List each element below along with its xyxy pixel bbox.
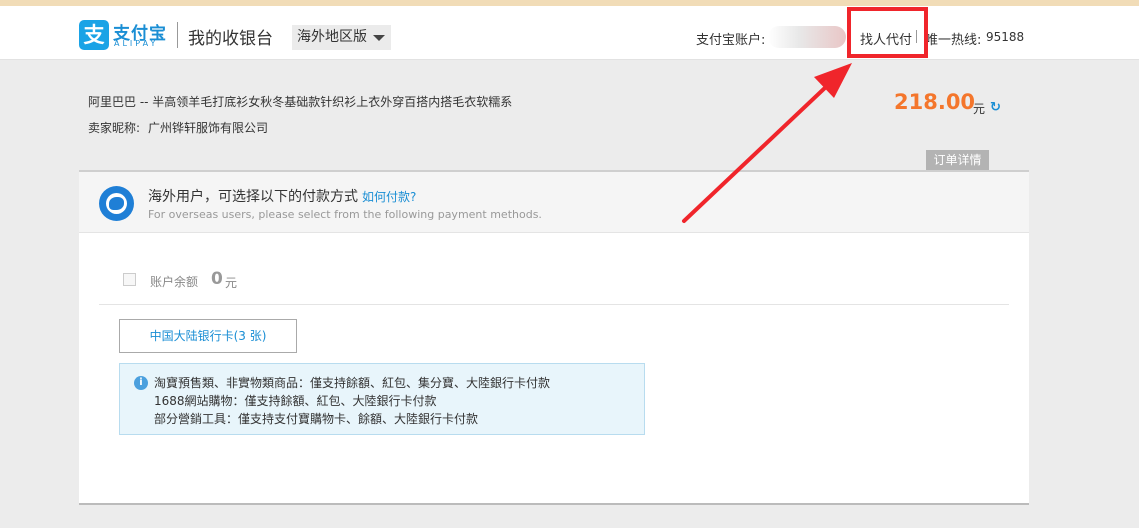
hotline-number: 95188 [986,30,1025,44]
mainland-bank-card-tab[interactable]: 中国大陆银行卡(3 张) [119,319,297,353]
section-divider [99,304,1009,305]
overseas-notice: 海外用户，可选择以下的付款方式 如何付款? For overseas users… [79,172,1029,233]
region-select[interactable]: 海外地区版 [292,25,391,50]
account-label: 支付宝账户: [696,33,766,48]
chevron-down-icon [373,35,385,41]
seller-label: 卖家昵称: [88,121,141,135]
hotline-label: 唯一热线: [925,33,982,48]
account-name-redacted [768,26,846,48]
balance-unit: 元 [225,276,238,290]
balance-label: 账户余额 [150,275,199,289]
amount-unit: 元 [973,102,986,116]
region-select-label: 海外地区版 [297,29,367,45]
notice-text-en: For overseas users, please select from t… [148,208,542,221]
payment-restriction-info: i 淘寶預售類、非實物類商品：僅支持餘額、紅包、集分寶、大陸銀行卡付款 1688… [119,363,645,435]
page-title: 我的收银台 [188,29,273,49]
info-line: 淘寶預售類、非實物類商品：僅支持餘額、紅包、集分寶、大陸銀行卡付款 [154,376,551,390]
annotation-highlight-box [847,7,928,58]
order-detail-button[interactable]: 订单详情 [926,150,989,170]
order-title: 阿里巴巴 -- 半高领羊毛打底衫女秋冬基础款针织衫上衣外穿百搭内搭毛衣软糯系 [88,95,513,109]
payment-panel: 海外用户，可选择以下的付款方式 如何付款? For overseas users… [79,170,1029,505]
logo-text-en[interactable]: ALIPAY [114,39,158,48]
order-amount: 218.00 [894,90,976,114]
notice-text-cn: 海外用户，可选择以下的付款方式 [148,189,358,205]
seller-name: 广州铧轩服饰有限公司 [148,121,269,135]
info-icon: i [134,376,148,390]
globe-icon [99,186,134,221]
info-line: 1688網站購物：僅支持餘額、紅包、大陸銀行卡付款 [154,394,437,408]
alipay-logo-icon[interactable]: 支 [79,20,109,50]
refresh-icon[interactable]: ↻ [990,100,1001,115]
info-line: 部分營銷工具：僅支持支付寶購物卡、餘額、大陸銀行卡付款 [154,412,479,426]
how-to-pay-link[interactable]: 如何付款? [362,188,416,205]
balance-checkbox[interactable] [123,273,136,286]
logo-divider [177,22,178,48]
balance-value: 0 [211,269,223,289]
header: 支 支付宝 ALIPAY 我的收银台 海外地区版 支付宝账户: 找人代付 唯一热… [0,6,1139,60]
